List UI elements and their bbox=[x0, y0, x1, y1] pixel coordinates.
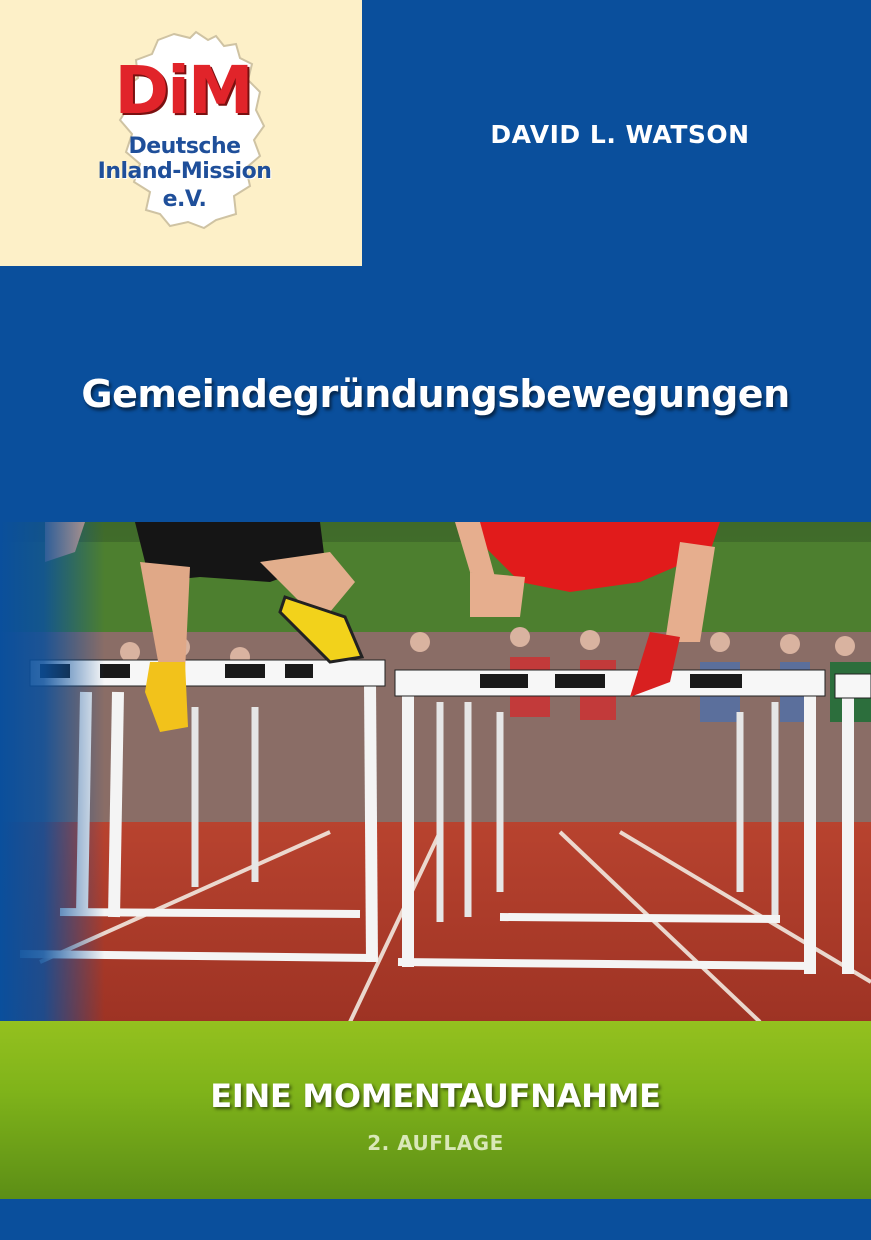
publisher-logo: DiM Deutsche Inland-Mission e.V. bbox=[0, 0, 362, 266]
logo-line-1: Deutsche bbox=[128, 134, 241, 159]
author-name: DAVID L. WATSON bbox=[490, 120, 750, 149]
hurdle-race-illustration bbox=[0, 522, 871, 1022]
book-cover: DiM Deutsche Inland-Mission e.V. DAVID L… bbox=[0, 0, 871, 1240]
edition-label: 2. AUFLAGE bbox=[367, 1131, 504, 1155]
logo-line-3: e.V. bbox=[162, 187, 207, 212]
book-subtitle: EINE MOMENTAUFNAHME bbox=[210, 1077, 661, 1115]
bottom-strip bbox=[0, 1199, 871, 1240]
hurdles-photo bbox=[0, 522, 871, 1022]
logo-line-2: Inland-Mission bbox=[97, 159, 272, 184]
logo-mark: DiM bbox=[114, 52, 253, 129]
book-title: Gemeindegründungsbewegungen bbox=[81, 372, 790, 416]
